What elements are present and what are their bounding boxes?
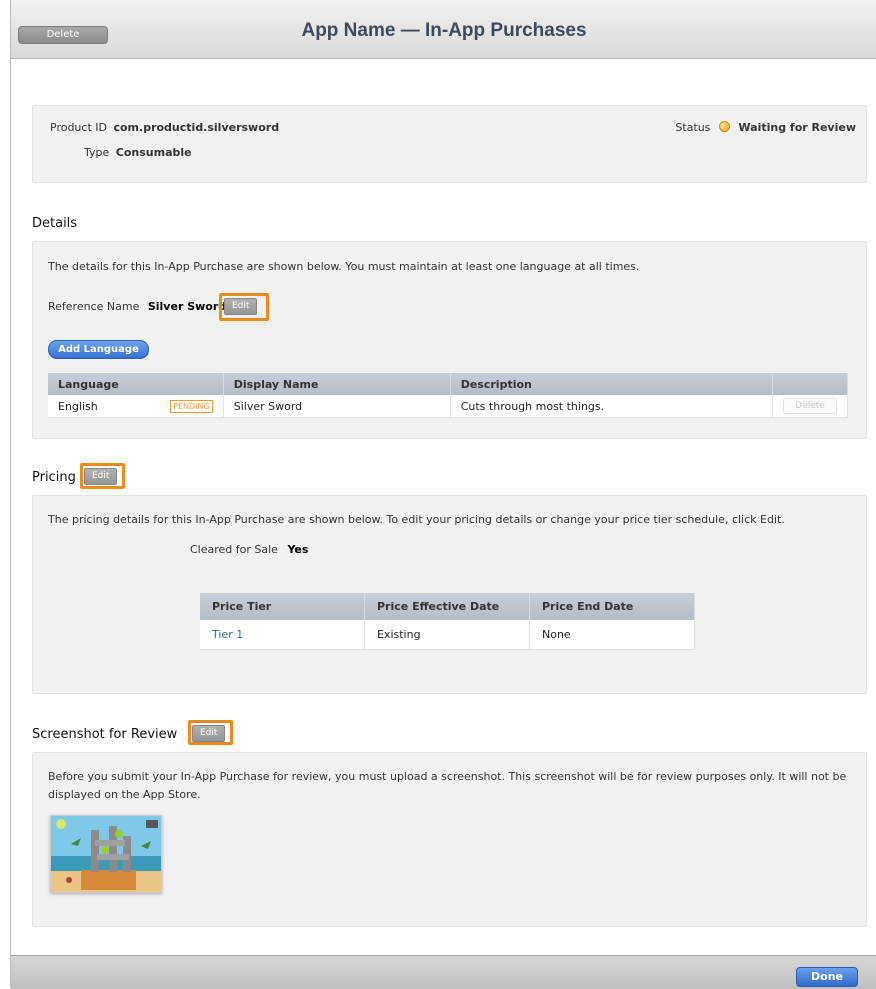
language-table: Language Display Name Description Englis… <box>48 373 848 418</box>
row-delete-button[interactable]: Delete <box>783 398 837 414</box>
column-header-actions <box>772 373 848 395</box>
details-panel: The details for this In-App Purchase are… <box>32 241 867 439</box>
language-table-header: Language Display Name Description <box>48 373 848 395</box>
display-name-cell: Silver Sword <box>223 395 451 418</box>
pricing-heading: Pricing <box>32 470 76 485</box>
effective-date-cell: Existing <box>364 620 530 650</box>
product-id-value: com.productid.silversword <box>113 121 280 134</box>
status-row: Status Waiting for Review <box>675 121 856 134</box>
screenshot-panel: Before you submit your In-App Purchase f… <box>32 752 867 927</box>
status-indicator-icon <box>718 121 730 132</box>
type-value: Consumable <box>115 146 192 159</box>
reference-name-value: Silver Sword <box>147 300 227 313</box>
language-value: English <box>58 399 98 413</box>
product-id-label: Product ID <box>50 121 107 134</box>
product-id-row: Product ID com.productid.silversword <box>50 121 279 134</box>
screenshot-edit-button[interactable]: Edit <box>192 725 226 742</box>
details-heading: Details <box>32 216 78 231</box>
screenshot-heading: Screenshot for Review <box>32 727 178 742</box>
reference-name-label: Reference Name <box>48 300 140 313</box>
column-header-effective-date: Price Effective Date <box>364 593 530 620</box>
table-row[interactable]: English PENDING Silver Sword Cuts throug… <box>48 395 848 418</box>
cleared-for-sale-value: Yes <box>287 543 309 556</box>
pricing-edit-button[interactable]: Edit <box>84 468 118 485</box>
price-table-header: Price Tier Price Effective Date Price En… <box>200 593 695 620</box>
column-header-price-tier: Price Tier <box>200 593 365 620</box>
screenshot-description: Before you submit your In-App Purchase f… <box>48 770 847 801</box>
title-bar: Delete App Name — In-App Purchases <box>11 0 876 59</box>
status-value: Waiting for Review <box>738 121 856 134</box>
cleared-for-sale-row: Cleared for Sale Yes <box>190 543 308 556</box>
reference-name-edit-button[interactable]: Edit <box>224 298 258 315</box>
price-tier-table: Price Tier Price Effective Date Price En… <box>200 593 695 650</box>
footer-bar: Done <box>11 955 876 989</box>
price-tier-cell: Tier 1 <box>200 620 365 650</box>
column-header-display-name: Display Name <box>223 373 451 395</box>
cleared-for-sale-label: Cleared for Sale <box>190 543 278 556</box>
column-header-end-date: Price End Date <box>529 593 695 620</box>
status-label: Status <box>675 121 711 134</box>
end-date-cell: None <box>529 620 695 650</box>
summary-panel: Product ID com.productid.silversword Typ… <box>32 105 867 183</box>
action-cell: Delete <box>772 395 848 418</box>
description-cell: Cuts through most things. <box>450 395 774 418</box>
column-header-description: Description <box>450 373 774 395</box>
add-language-button[interactable]: Add Language <box>48 340 149 359</box>
details-description: The details for this In-App Purchase are… <box>48 260 640 273</box>
screenshot-thumbnail[interactable] <box>50 815 162 893</box>
pricing-description: The pricing details for this In-App Purc… <box>48 513 785 526</box>
table-row: Tier 1 Existing None <box>200 620 695 650</box>
language-cell: English PENDING <box>48 395 224 418</box>
window-title: App Name — In-App Purchases <box>301 20 587 41</box>
price-tier-link[interactable]: Tier 1 <box>212 628 243 641</box>
pending-badge: PENDING <box>170 399 213 413</box>
done-button[interactable]: Done <box>796 967 858 987</box>
type-label: Type <box>84 146 110 159</box>
column-header-language: Language <box>48 373 224 395</box>
modal-window: Delete App Name — In-App Purchases Produ… <box>10 0 876 989</box>
pricing-panel: The pricing details for this In-App Purc… <box>32 495 867 694</box>
reference-name-row: Reference Name Silver Sword <box>48 300 226 313</box>
type-row: Type Consumable <box>84 146 192 159</box>
game-screenshot-image <box>51 816 161 892</box>
